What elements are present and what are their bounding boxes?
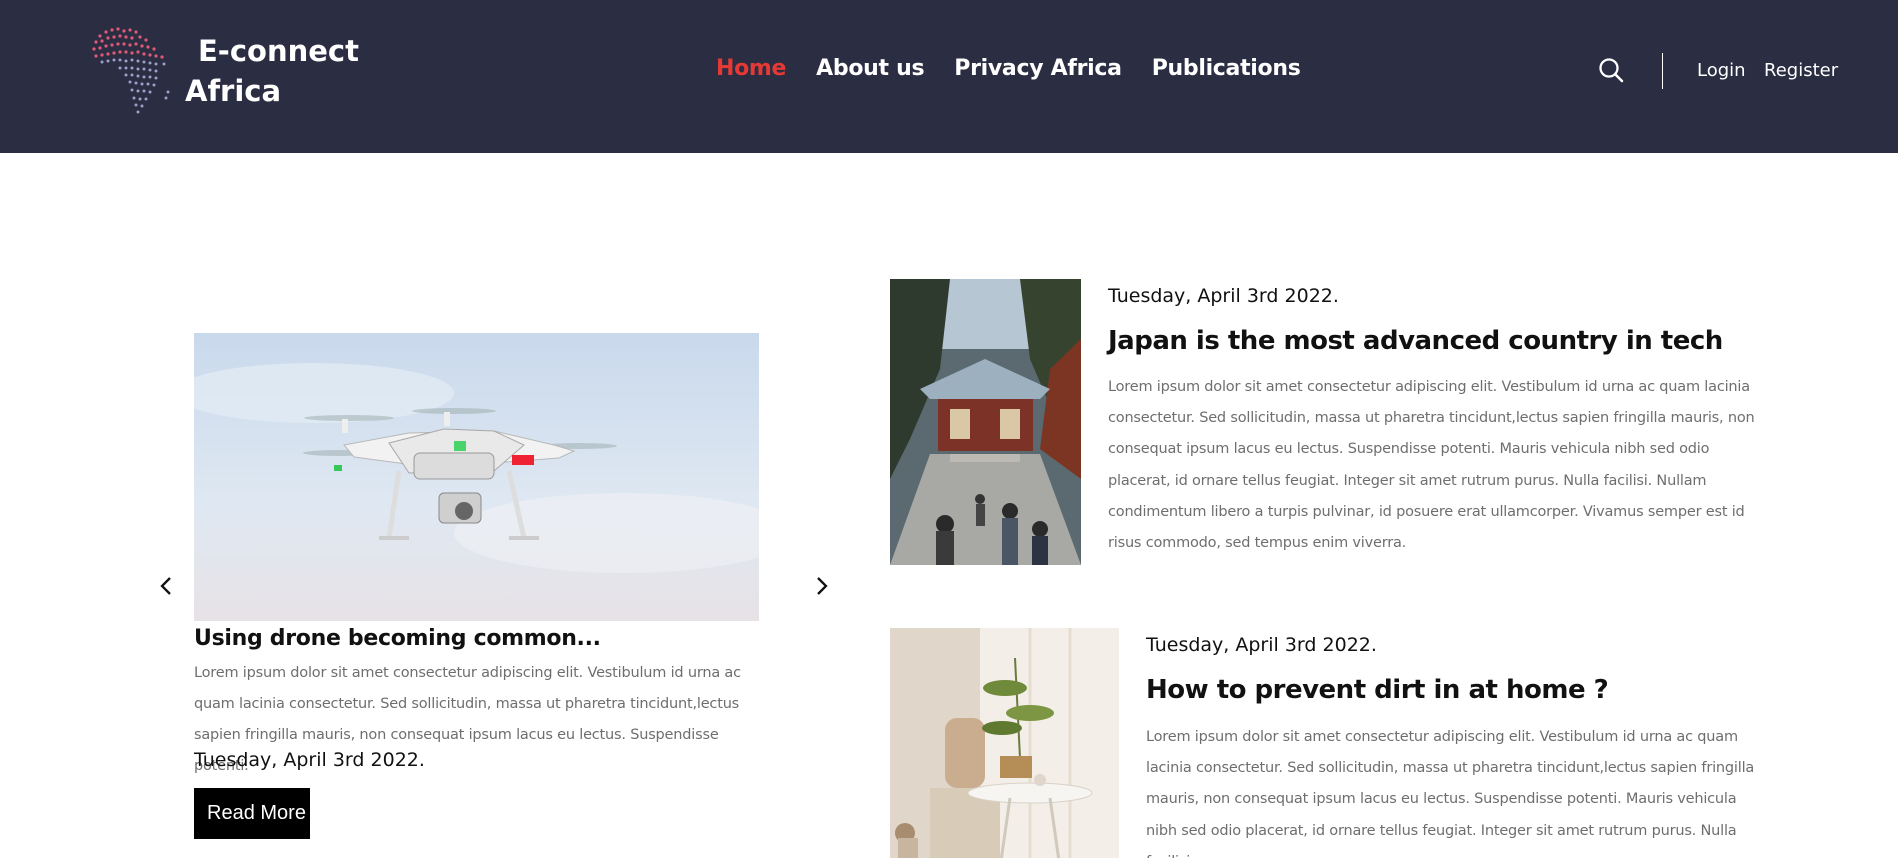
- chevron-right-icon[interactable]: [810, 572, 832, 600]
- article-date: Tuesday, April 3rd 2022.: [1146, 634, 1377, 656]
- article-body: Lorem ipsum dolor sit amet consectetur a…: [1146, 729, 1755, 858]
- drone-photo: [194, 333, 759, 621]
- nav-about-us[interactable]: About us: [816, 56, 924, 81]
- chevron-left-icon[interactable]: [156, 572, 178, 600]
- article-title[interactable]: How to prevent dirt in at home ?: [1146, 675, 1609, 705]
- home-interior-photo[interactable]: [890, 628, 1119, 858]
- site-logo[interactable]: E-connect Africa: [88, 22, 368, 122]
- main-nav: Home About us Privacy Africa Publication…: [716, 56, 1301, 81]
- article-date: Tuesday, April 3rd 2022.: [1108, 285, 1339, 307]
- japan-temple-photo[interactable]: [890, 279, 1081, 565]
- read-more-button[interactable]: Read More: [194, 788, 310, 839]
- search-icon[interactable]: [1598, 57, 1624, 83]
- login-link[interactable]: Login: [1697, 60, 1746, 81]
- logo-text-line2: Africa: [185, 74, 282, 108]
- nav-home[interactable]: Home: [716, 56, 786, 81]
- header-divider: [1662, 53, 1663, 89]
- article-title[interactable]: Japan is the most advanced country in te…: [1108, 326, 1723, 356]
- site-header: E-connect Africa Home About us Privacy A…: [0, 0, 1898, 153]
- register-link[interactable]: Register: [1764, 60, 1838, 81]
- nav-publications[interactable]: Publications: [1152, 56, 1301, 81]
- logo-text-line1: E-connect: [198, 34, 359, 68]
- nav-privacy-africa[interactable]: Privacy Africa: [954, 56, 1122, 81]
- feature-date: Tuesday, April 3rd 2022.: [194, 749, 425, 771]
- feature-title[interactable]: Using drone becoming common...: [194, 626, 601, 651]
- article-body: Lorem ipsum dolor sit amet consectetur a…: [1108, 379, 1755, 552]
- africa-map-logo-icon: [92, 27, 170, 114]
